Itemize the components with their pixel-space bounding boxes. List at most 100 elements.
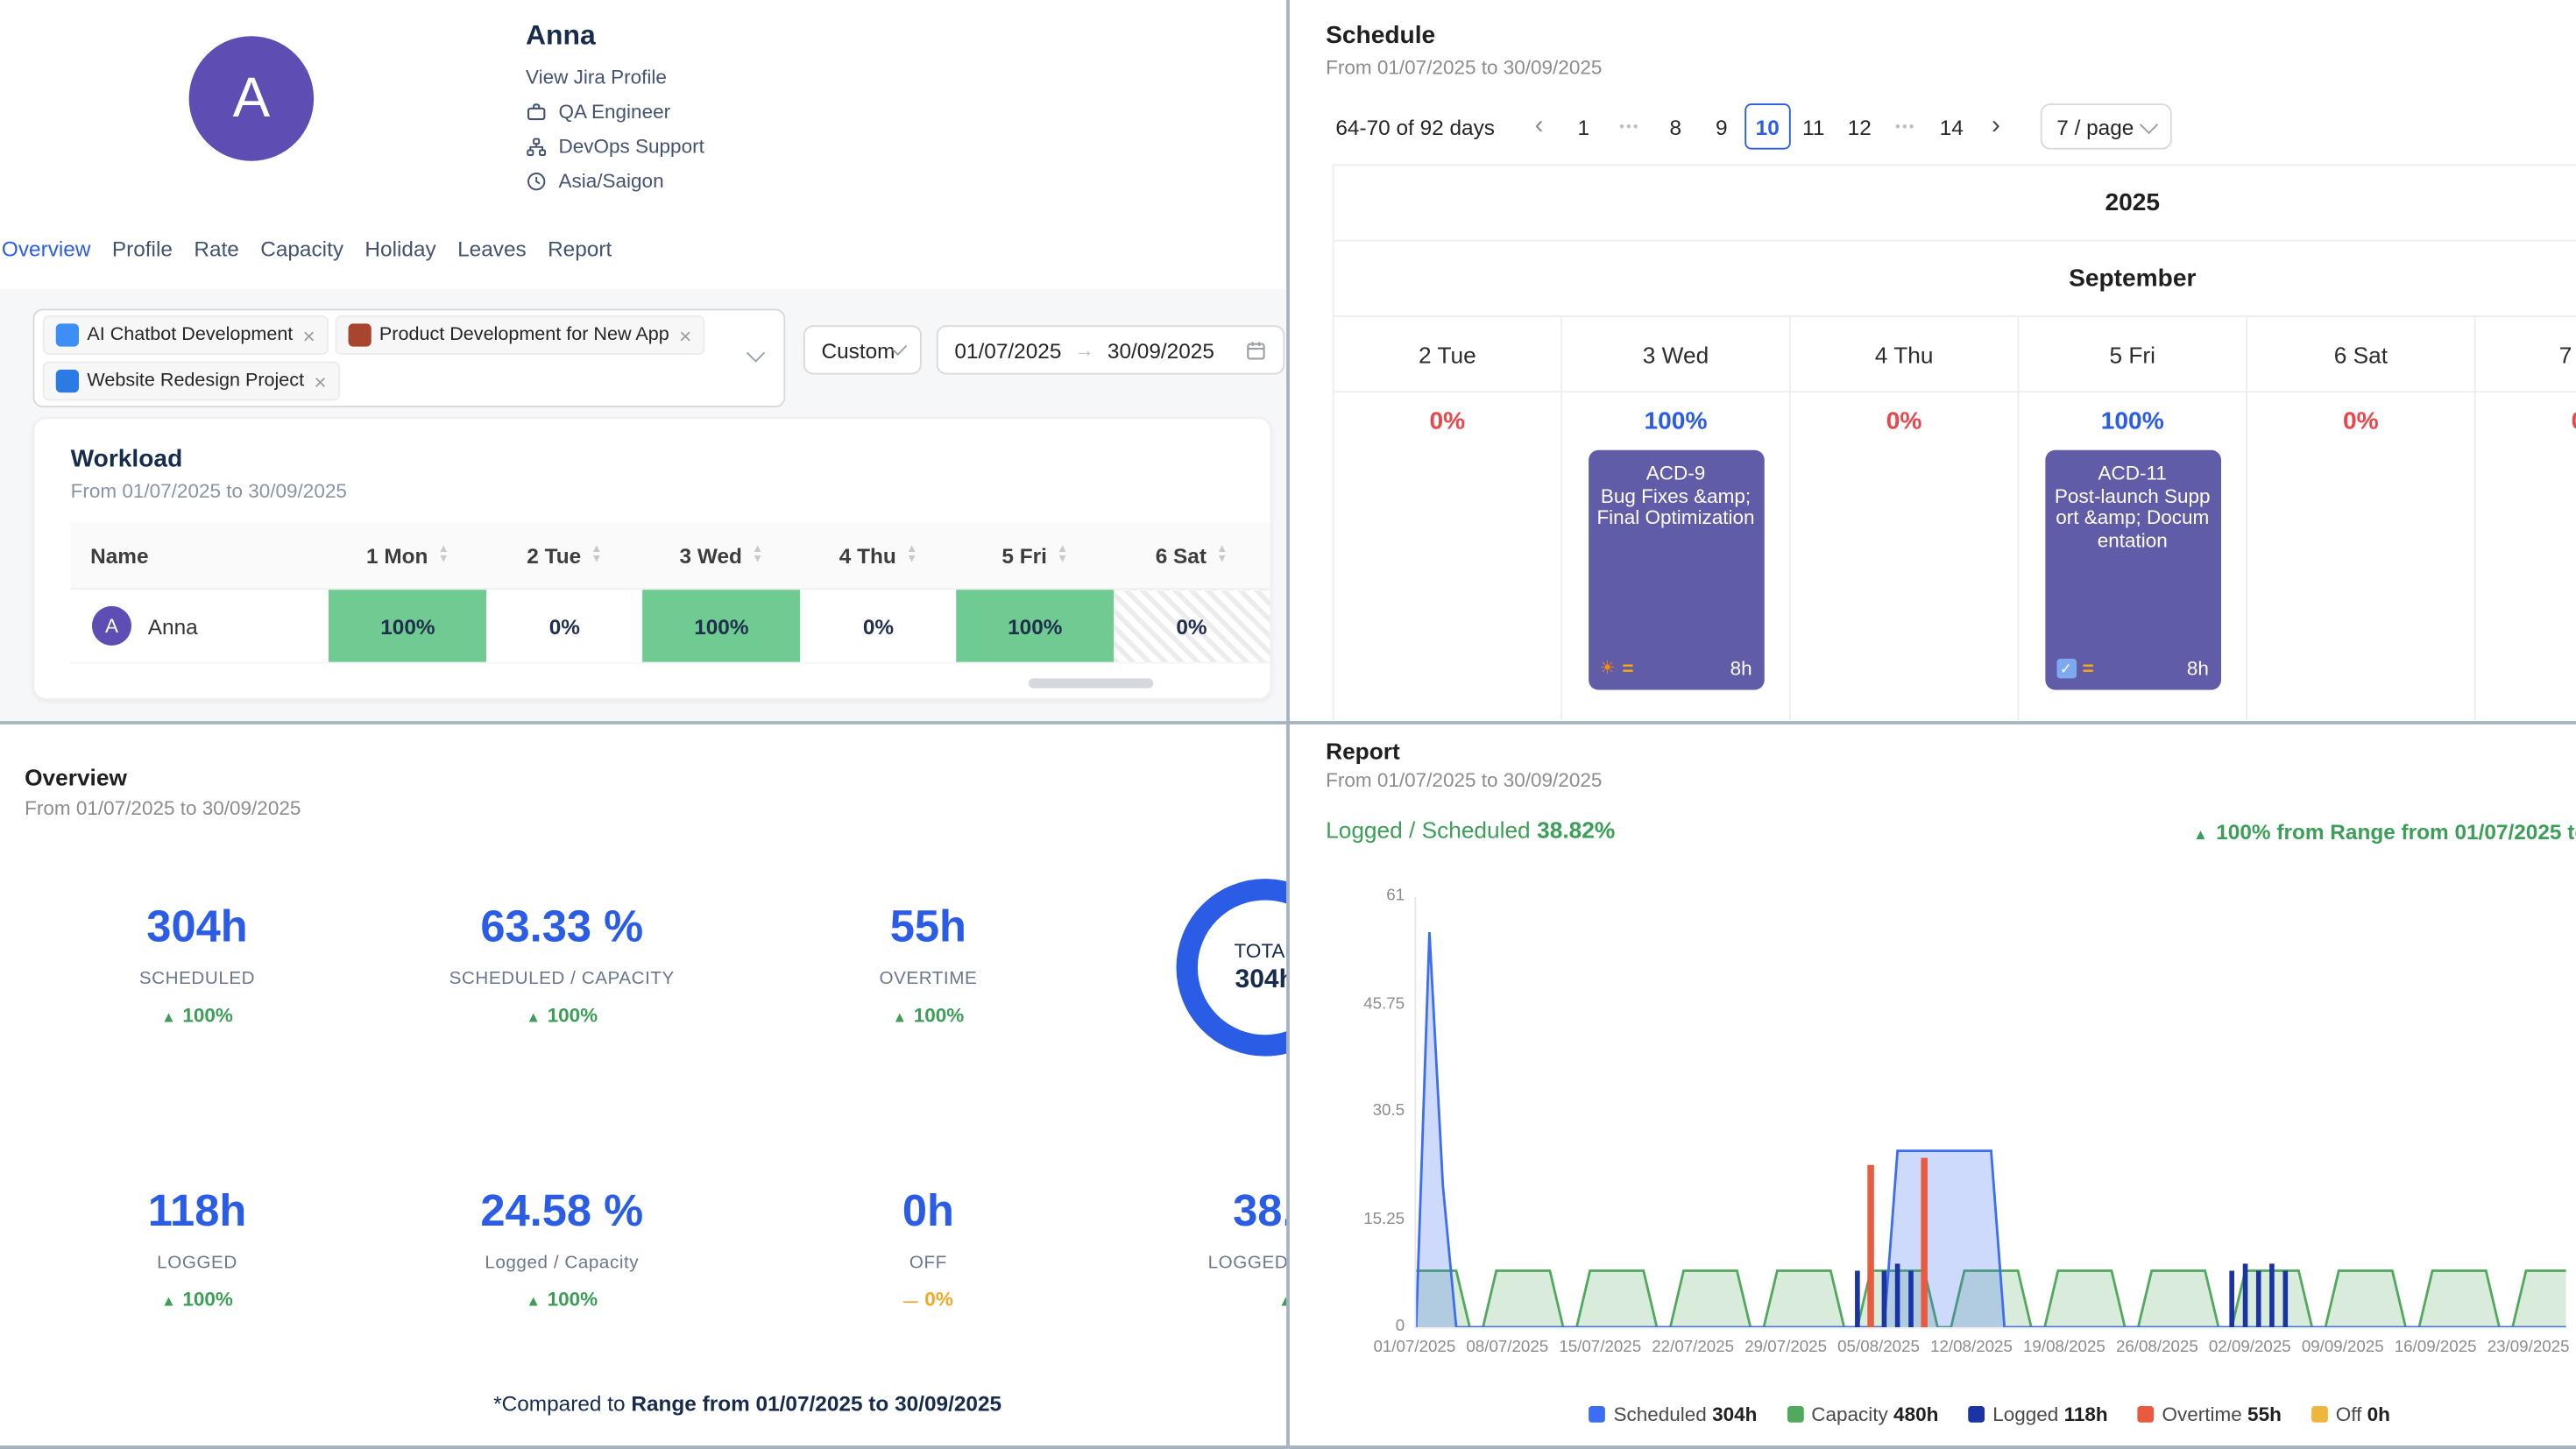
pagination-total: 64-70 of 92 days [1335,114,1495,138]
calendar-day-header: 6 Sat [2247,317,2476,391]
remove-tag-icon[interactable]: × [303,324,315,345]
schedule-panel: Schedule From 01/07/2025 to 30/09/2025 6… [1290,0,2576,721]
tab-report[interactable]: Report [548,237,612,261]
project-avatar-icon [56,323,79,346]
schedule-title: Schedule [1326,21,1435,49]
day-utilization-percent: 100% [1562,407,1789,435]
stat-scheduled: 304h SCHEDULED ▲100% [17,901,379,1027]
page-12[interactable]: 12 [1836,103,1883,150]
prev-page-button[interactable]: ‹ [1518,112,1560,142]
avatar: A [189,36,315,161]
calendar-day-header: 5 Fri [2019,317,2247,391]
page-ellipsis[interactable]: ••• [1606,103,1652,150]
issue-key: ACD-11 [2053,462,2212,484]
priority-medium-icon: = [1622,659,1633,679]
trend-icon: — [903,1293,918,1310]
sun-icon: ☀ [1599,660,1616,678]
project-tag[interactable]: Product Development for New App × [335,315,704,355]
sort-icons[interactable]: ▲▼ [752,546,763,566]
day-utilization-percent: 0% [1791,407,2018,435]
project-tag[interactable]: Website Redesign Project × [43,362,340,401]
calendar-day-row: 2 Tue3 Wed4 Thu5 Fri6 Sat7 Sun [1334,317,2576,392]
tab-capacity[interactable]: Capacity [260,237,343,261]
y-axis-label: 45.75 [1290,994,1405,1013]
page-11[interactable]: 11 [1790,103,1836,150]
range-preset-select[interactable]: Custom [803,325,922,374]
column-header-day[interactable]: 3 Wed▲▼ [643,522,800,589]
caret-up-icon: ▲ [2193,826,2208,843]
next-page-button[interactable]: › [1974,112,2017,142]
event-card-acd-11[interactable]: ACD-11Post-launch Support &amp; Document… [2044,450,2220,690]
calendar-column: 100% ACD-9Bug Fixes &amp; Final Optimizat… [1562,392,1791,721]
legend-overtime[interactable]: Overtime 55h [2137,1403,2281,1425]
column-header-day[interactable]: 2 Tue▲▼ [486,522,643,589]
tab-profile[interactable]: Profile [112,237,173,261]
project-avatar-icon [348,323,371,346]
project-avatar-icon [56,370,79,392]
chevron-down-icon [2140,115,2158,133]
project-multiselect[interactable]: AI Chatbot Development × Product Develop… [33,309,786,408]
remove-tag-icon[interactable]: × [314,371,326,392]
row-avatar: A [92,606,131,646]
date-to: 30/09/2025 [1108,337,1214,362]
legend-logged[interactable]: Logged 118h [1968,1403,2108,1425]
timezone-label: Asia/Saigon [559,169,664,192]
report-headline: Logged / Scheduled38.82% [1326,816,1615,843]
page-14[interactable]: 14 [1928,103,1975,150]
legend-capacity[interactable]: Capacity 480h [1787,1403,1938,1425]
day-utilization-percent: 0% [1334,407,1561,435]
clock-icon [526,170,547,191]
legend-swatch-icon [1589,1406,1605,1423]
tab-holiday[interactable]: Holiday [364,237,435,261]
report-chart: Scheduled 304h Capacity 480h Logged 118h Ov… [1290,888,2576,1431]
view-jira-profile-link[interactable]: View Jira Profile [526,66,704,88]
sort-icons[interactable]: ▲▼ [1057,546,1068,566]
member-name: Anna [148,613,198,638]
filter-zone: AI Chatbot Development × Product Develop… [0,289,1286,721]
legend-scheduled[interactable]: Scheduled 304h [1589,1403,1757,1425]
date-range-picker[interactable]: 01/07/2025 → 30/09/2025 [937,325,1285,374]
y-axis-label: 15.25 [1290,1210,1405,1228]
sort-icons[interactable]: ▲▼ [1216,546,1228,566]
legend-off[interactable]: Off 0h [2311,1403,2390,1425]
page-ellipsis[interactable]: ••• [1882,103,1928,150]
column-header-day[interactable]: 4 Thu▲▼ [800,522,957,589]
page-10[interactable]: 10 [1744,103,1791,150]
user-name: Anna [526,20,704,53]
sort-icons[interactable]: ▲▼ [906,546,917,566]
calendar-day-header: 2 Tue [1334,317,1563,391]
column-header-day[interactable]: 6 Sat▲▼ [1114,522,1270,589]
stat-off: 0h OFF —0% [747,1186,1109,1311]
event-hours: 8h [1730,657,1752,680]
schedule-pagination: 64-70 of 92 days ‹ 1•••89101112•••14 › 7… [1335,102,2171,151]
column-header-day[interactable]: 1 Mon▲▼ [329,522,486,589]
tab-rate[interactable]: Rate [194,237,239,261]
project-tag[interactable]: AI Chatbot Development × [43,315,329,355]
tab-overview[interactable]: Overview [2,237,91,261]
page-size-select[interactable]: 7 / page [2040,103,2171,150]
workload-cell: 100% [329,589,486,662]
page-8[interactable]: 8 [1652,103,1699,150]
report-delta: ▲100% from Range from 01/07/2025 to 30/0… [2193,820,2576,845]
workload-subtitle: From 01/07/2025 to 30/09/2025 [71,480,1235,503]
horizontal-scrollbar[interactable] [1029,678,1154,688]
page-1[interactable]: 1 [1560,103,1607,150]
calendar-day-header: 3 Wed [1562,317,1791,391]
sort-icons[interactable]: ▲▼ [591,546,602,566]
y-axis-label: 0 [1290,1318,1405,1336]
tab-leaves[interactable]: Leaves [457,237,527,261]
remove-tag-icon[interactable]: × [679,324,691,345]
calendar-icon [1245,339,1266,360]
column-header-name[interactable]: Name [71,522,329,589]
page-9[interactable]: 9 [1698,103,1744,150]
column-header-day[interactable]: 5 Fri▲▼ [957,522,1114,589]
calendar-column: 0% [2247,392,2476,721]
workload-table: Name 1 Mon▲▼ 2 Tue▲▼ 3 Wed▲▼ 4 Thu▲▼ 5 F… [71,522,1270,663]
event-card-acd-9[interactable]: ACD-9Bug Fixes &amp; Final Optimization☀… [1588,450,1764,690]
legend-swatch-icon [1968,1406,1985,1423]
issue-key: ACD-9 [1596,462,1756,484]
sort-icons[interactable]: ▲▼ [438,546,449,566]
date-from: 01/07/2025 [954,337,1061,362]
calendar-body-row: 0%100%ACD-9Bug Fixes &amp; Final Optimiz… [1334,392,2576,721]
day-utilization-percent: 0% [2476,407,2576,435]
